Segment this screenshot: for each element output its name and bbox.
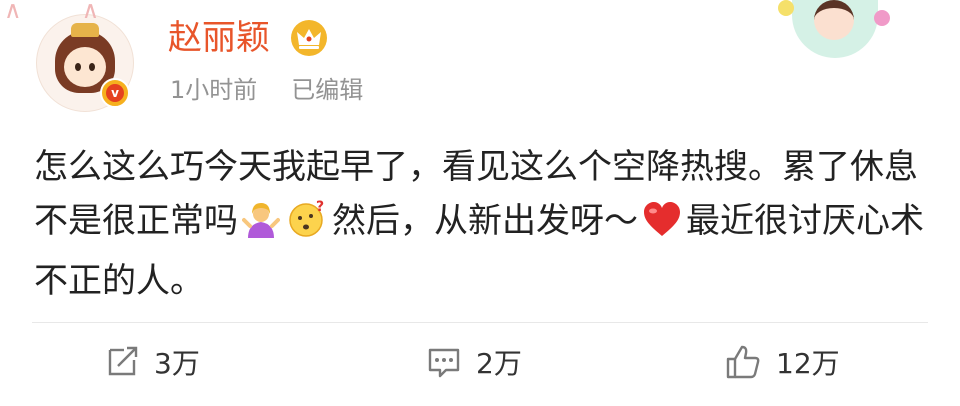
red-heart-emoji: [642, 200, 682, 254]
crown-icon[interactable]: [291, 20, 327, 56]
repost-button[interactable]: 3万: [104, 338, 200, 386]
candy-icon: [778, 0, 794, 16]
verified-badge[interactable]: v: [100, 78, 130, 108]
edited-label[interactable]: 已编辑: [291, 76, 363, 104]
comment-button[interactable]: 2万: [426, 338, 522, 386]
svg-text:?: ?: [316, 199, 324, 215]
divider: [32, 322, 928, 323]
post-meta: 1小时前 已编辑: [170, 72, 363, 108]
comment-icon: [428, 348, 460, 378]
comment-count: 2万: [476, 347, 522, 380]
thumbs-up-icon: [726, 345, 760, 379]
repost-icon: [108, 346, 138, 376]
decorative-avatar: [776, 0, 892, 58]
author-name[interactable]: 赵丽颖: [168, 16, 270, 60]
lollipop-icon: [874, 10, 890, 26]
bunny-ears-icon: ∧∧: [4, 0, 160, 24]
thinking-face-emoji: ?: [288, 198, 328, 254]
like-count: 12万: [776, 347, 840, 380]
repost-count: 3万: [154, 347, 200, 380]
like-button[interactable]: 12万: [724, 338, 840, 386]
post-content: 怎么这么巧今天我起早了，看见这么个空降热搜。累了休息不是很正常吗? 然后，从新出发…: [34, 140, 924, 308]
person-shrugging-emoji: [242, 200, 280, 254]
verified-badge-label: v: [106, 84, 124, 102]
content-text-2: 然后，从新出发呀～: [332, 201, 638, 241]
weibo-post: ∧∧ v 赵丽颖 1小时前 已编辑 怎么这么巧今天我起早了，看见这么个空降热搜。累…: [0, 0, 960, 406]
post-time[interactable]: 1小时前: [170, 76, 257, 104]
